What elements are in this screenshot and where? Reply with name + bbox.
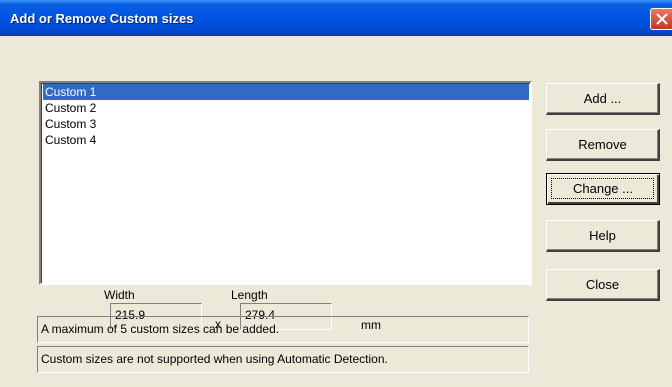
remove-button[interactable]: Remove — [546, 129, 660, 161]
change-button-label: Change ... — [573, 181, 633, 196]
add-button[interactable]: Add ... — [546, 83, 660, 115]
list-item-custom-4[interactable]: Custom 4 — [43, 132, 529, 148]
auto-detect-notice: Custom sizes are not supported when usin… — [37, 346, 529, 373]
custom-sizes-dialog: Add or Remove Custom sizes Custom 1 Cust… — [0, 0, 672, 387]
list-item-custom-3[interactable]: Custom 3 — [43, 116, 529, 132]
close-button[interactable]: Close — [546, 269, 660, 301]
length-label: Length — [231, 288, 268, 302]
help-button[interactable]: Help — [546, 220, 660, 252]
list-item-custom-2[interactable]: Custom 2 — [43, 100, 529, 116]
window-title: Add or Remove Custom sizes — [10, 11, 194, 26]
width-label: Width — [104, 288, 135, 302]
close-window-button[interactable] — [650, 8, 672, 30]
title-bar[interactable]: Add or Remove Custom sizes — [0, 0, 672, 36]
change-button[interactable]: Change ... — [546, 173, 660, 205]
custom-sizes-list[interactable]: Custom 1 Custom 2 Custom 3 Custom 4 — [39, 81, 532, 285]
list-item-custom-1[interactable]: Custom 1 — [43, 84, 529, 100]
max-sizes-notice: A maximum of 5 custom sizes can be added… — [37, 316, 529, 343]
close-icon — [656, 13, 668, 25]
